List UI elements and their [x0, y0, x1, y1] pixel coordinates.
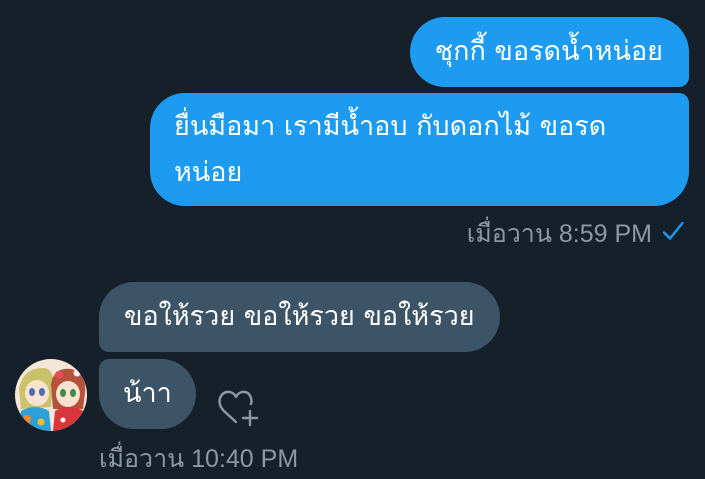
- message-text: ยื่นมือมา เรามีน้ำอบ กับดอกไม้ ขอรดหน่อย: [174, 111, 607, 188]
- message-text: น้าา: [123, 378, 172, 409]
- sent-timestamp: เมื่อวาน 8:59 PM: [466, 220, 652, 248]
- sent-message-bubble[interactable]: ชุกกี้ ขอรดน้ำหน่อย: [409, 17, 689, 87]
- received-timestamp: เมื่อวาน 10:40 PM: [99, 445, 299, 473]
- message-text: ชุกกี้ ขอรดน้ำหน่อย: [434, 36, 663, 67]
- heart-plus-icon[interactable]: [214, 384, 264, 430]
- received-message-bubble[interactable]: น้าา: [99, 359, 196, 429]
- received-message-bubble[interactable]: ขอให้รวย ขอให้รวย ขอให้รวย: [99, 282, 500, 352]
- avatar-image: [15, 359, 87, 431]
- checkmark-icon: [662, 221, 684, 240]
- avatar[interactable]: [15, 359, 87, 431]
- sent-message-bubble[interactable]: ยื่นมือมา เรามีน้ำอบ กับดอกไม้ ขอรดหน่อย: [150, 93, 689, 206]
- message-text: ขอให้รวย ขอให้รวย ขอให้รวย: [124, 301, 475, 332]
